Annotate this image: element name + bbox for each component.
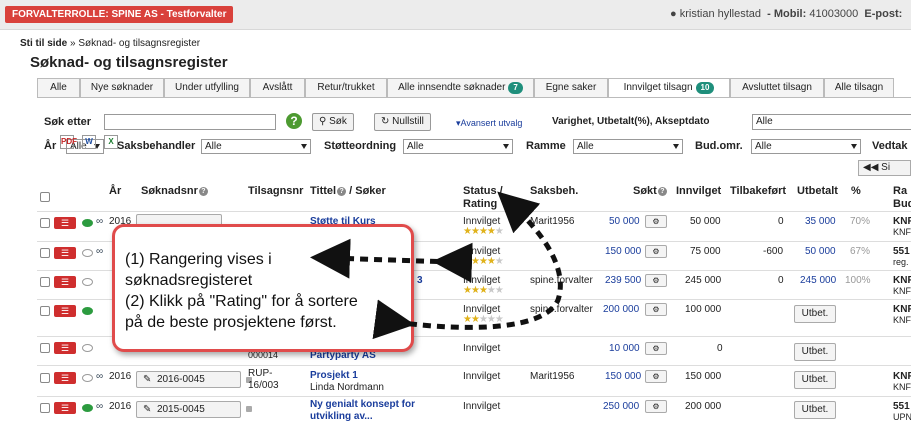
annotation-arrows xyxy=(310,191,563,340)
arrow-rating-to-callout xyxy=(310,238,473,283)
arrow-rating-header-to-callout xyxy=(372,191,563,340)
